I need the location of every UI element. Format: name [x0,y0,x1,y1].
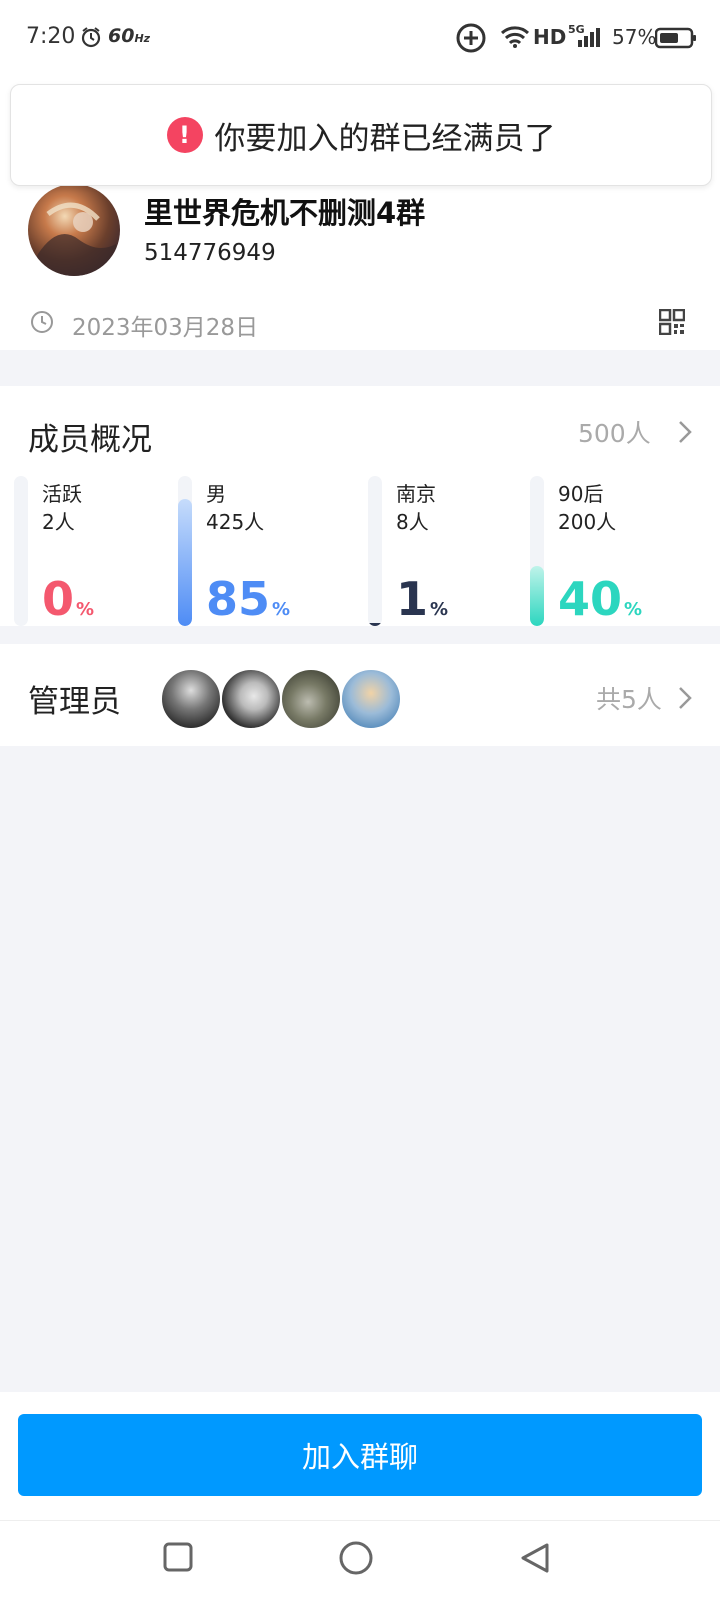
stat-percent: 1% [396,572,449,626]
member-overview-title: 成员概况 [28,422,152,458]
status-time: 7:20 [26,24,76,49]
stat-count: 8人 [396,510,429,534]
error-toast: ! 你要加入的群已经满员了 [10,84,712,186]
wifi-icon [500,25,530,53]
stat-count: 200人 [558,510,617,534]
back-icon[interactable] [520,1542,550,1578]
stat-percent: 85% [206,572,291,626]
admin-avatar[interactable] [160,668,222,730]
stat-bar-track [178,476,192,626]
stat-percent: 0% [42,572,95,626]
admin-total[interactable]: 共5人 [596,680,662,716]
signal-icon [578,27,600,51]
admin-avatar[interactable] [280,668,342,730]
stat-bar-fill [178,498,192,626]
chevron-right-icon[interactable] [678,420,692,448]
group-id: 514776949 [144,240,276,266]
alarm-icon [80,26,102,52]
system-nav-bar [0,1520,720,1601]
data-saver-icon [455,22,487,58]
qr-code-icon[interactable] [658,308,686,339]
admin-title: 管理员 [28,684,121,720]
refresh-rate-label: 60Hz [108,25,151,47]
stat-count: 2人 [42,510,75,534]
battery-percent: 57% [612,25,657,49]
stat-count: 425人 [206,510,265,534]
stat-percent: 40% [558,572,643,626]
stat-bar-track [530,476,544,626]
stat-bar-fill [530,566,544,626]
admin-avatar[interactable] [220,668,282,730]
alert-icon: ! [166,117,203,153]
stat-label: 南京 [396,482,436,506]
admin-avatar[interactable] [340,668,402,730]
home-icon[interactable] [339,1541,373,1579]
created-date: 2023年03月28日 [72,315,259,341]
chevron-right-icon[interactable] [678,686,692,714]
stat-bar-track [368,476,382,626]
recents-icon[interactable] [163,1542,193,1576]
stat-label: 男 [206,482,226,506]
group-name: 里世界危机不删测4群 [144,196,426,230]
hd-label: HD [533,25,567,49]
clock-icon [30,310,54,338]
battery-icon [654,27,697,53]
toast-message: 你要加入的群已经满员了 [214,120,556,157]
stat-label: 90后 [558,482,604,506]
stat-bar-fill [368,623,382,626]
stat-bar-track [14,476,28,626]
member-total[interactable]: 500人 [578,414,651,450]
group-avatar[interactable] [28,184,120,276]
stat-label: 活跃 [42,482,82,506]
join-group-button[interactable]: 加入群聊 [18,1414,702,1496]
